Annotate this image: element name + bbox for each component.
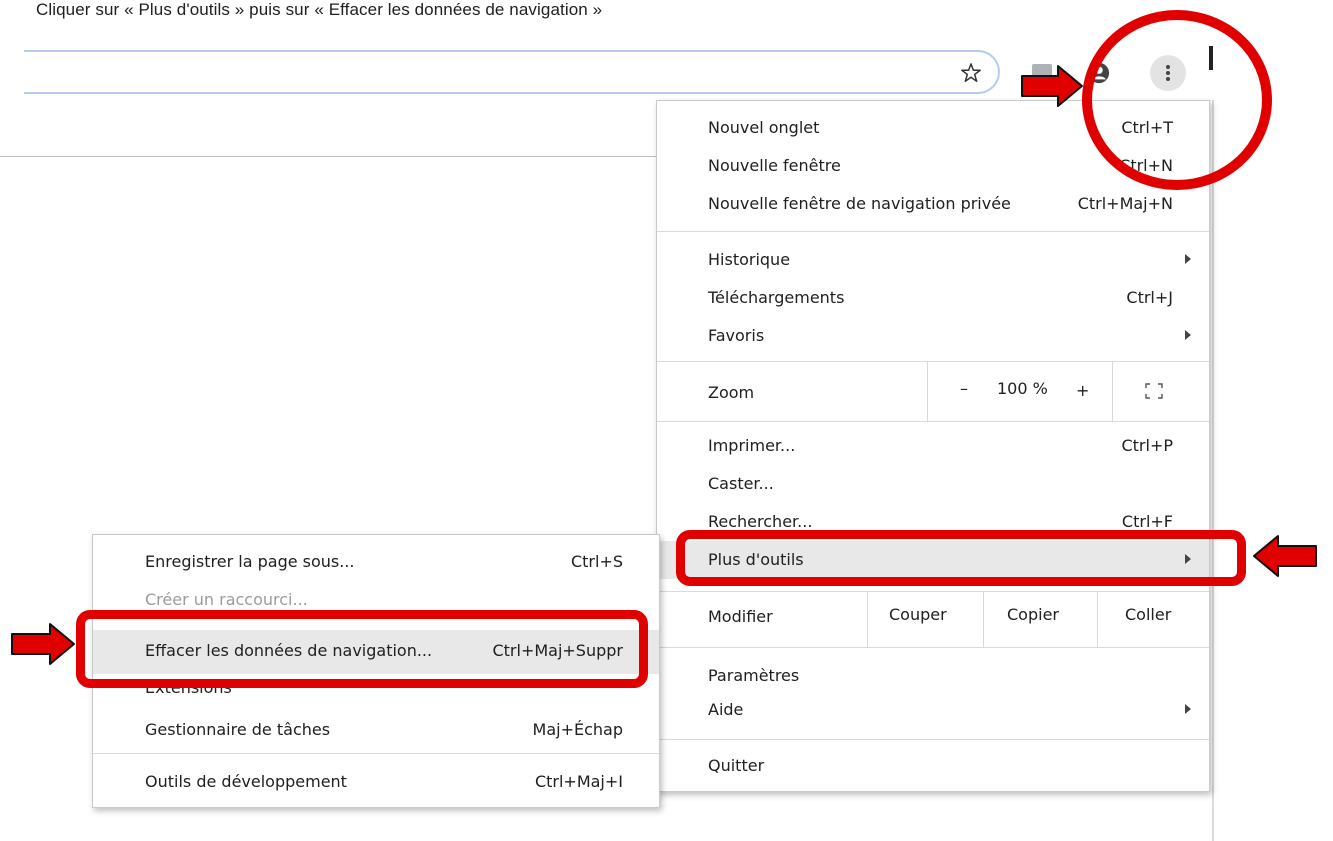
menu-item-label: Quitter	[708, 756, 765, 775]
fullscreen-icon[interactable]	[1145, 383, 1163, 399]
menu-item-shortcut: Maj+Échap	[532, 720, 623, 739]
menu-item-label: Téléchargements	[708, 288, 845, 307]
red-box-more-tools	[676, 530, 1246, 586]
edit-divider	[867, 591, 868, 647]
menu-item-label: Imprimer...	[708, 436, 796, 455]
menu-divider	[657, 231, 1209, 232]
menu-item-label: Gestionnaire de tâches	[145, 720, 331, 739]
zoom-divider	[927, 361, 928, 421]
menu-divider	[657, 361, 1209, 362]
chrome-main-menu: Nouvel onglet Ctrl+T Nouvelle fenêtre Ct…	[656, 100, 1210, 792]
menu-divider	[657, 647, 1209, 648]
menu-item-downloads[interactable]: Téléchargements Ctrl+J	[657, 279, 1209, 317]
menu-item-incognito[interactable]: Nouvelle fenêtre de navigation privée Ct…	[657, 185, 1209, 223]
menu-item-label: Nouvelle fenêtre	[708, 156, 841, 175]
menu-item-label: Favoris	[708, 326, 765, 345]
chevron-right-icon	[1185, 704, 1191, 714]
zoom-divider	[1112, 361, 1113, 421]
edit-divider	[1097, 591, 1098, 647]
star-icon[interactable]	[960, 62, 982, 84]
menu-item-shortcut: Ctrl+Maj+I	[534, 772, 623, 791]
red-arrow-icon	[11, 623, 75, 665]
menu-item-label: Outils de développement	[145, 772, 347, 791]
red-circle-annotation	[1082, 10, 1272, 190]
menu-item-shortcut: Ctrl+S	[570, 552, 623, 571]
menu-item-shortcut: Ctrl+P	[1121, 436, 1173, 455]
menu-item-print[interactable]: Imprimer... Ctrl+P	[657, 427, 1209, 465]
menu-item-label: Caster...	[708, 474, 774, 493]
menu-item-history[interactable]: Historique	[657, 241, 1209, 279]
submenu-item-dev-tools[interactable]: Outils de développement Ctrl+Maj+I	[93, 763, 659, 801]
instruction-text: Cliquer sur « Plus d'outils » puis sur «…	[36, 0, 603, 19]
scrollbar-track[interactable]	[1212, 100, 1214, 841]
menu-divider	[93, 753, 659, 754]
menu-item-shortcut: Ctrl+F	[1121, 512, 1173, 531]
submenu-item-task-manager[interactable]: Gestionnaire de tâches Maj+Échap	[93, 711, 659, 749]
menu-item-label: Créer un raccourci...	[145, 590, 308, 609]
menu-divider	[657, 591, 1209, 592]
menu-item-label: Historique	[708, 250, 791, 269]
menu-item-quit[interactable]: Quitter	[657, 747, 1209, 785]
menu-item-cast[interactable]: Caster...	[657, 465, 1209, 503]
menu-item-help[interactable]: Aide	[657, 691, 1209, 729]
edit-divider	[983, 591, 984, 647]
menu-item-label: Enregistrer la page sous...	[145, 552, 355, 571]
menu-divider	[657, 421, 1209, 422]
submenu-item-save-page[interactable]: Enregistrer la page sous... Ctrl+S	[93, 543, 659, 581]
menu-item-shortcut: Ctrl+J	[1126, 288, 1173, 307]
chevron-right-icon	[1185, 254, 1191, 264]
address-bar[interactable]	[24, 50, 1000, 94]
menu-item-label: Nouvel onglet	[708, 118, 820, 137]
menu-item-label: Rechercher...	[708, 512, 813, 531]
red-arrow-icon	[1253, 535, 1317, 577]
menu-item-shortcut: Ctrl+Maj+N	[1077, 194, 1173, 213]
menu-item-label: Aide	[708, 700, 744, 719]
edit-label: Modifier	[708, 607, 773, 626]
bookmark-bar-divider	[0, 156, 660, 157]
red-box-clear-data	[76, 610, 648, 688]
menu-item-label: Nouvelle fenêtre de navigation privée	[708, 194, 1011, 213]
menu-item-label: Paramètres	[708, 666, 800, 685]
red-arrow-icon	[1021, 65, 1083, 107]
menu-item-settings[interactable]: Paramètres	[657, 657, 1209, 695]
menu-divider	[657, 739, 1209, 740]
chevron-right-icon	[1185, 330, 1191, 340]
menu-item-bookmarks[interactable]: Favoris	[657, 317, 1209, 355]
